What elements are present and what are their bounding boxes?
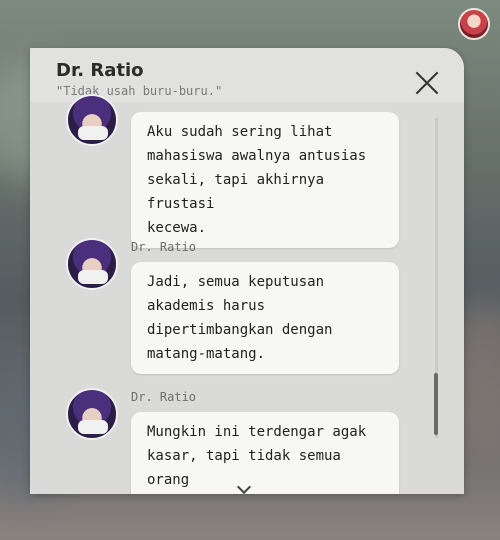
avatar: [66, 388, 118, 440]
message-text: Aku sudah sering lihat mahasiswa awalnya…: [147, 124, 367, 236]
player-avatar[interactable]: [458, 8, 490, 40]
message-bubble: Mungkin ini terdengar agak kasar, tapi t…: [131, 412, 399, 494]
close-icon[interactable]: [414, 70, 440, 96]
message-text: Mungkin ini terdengar agak kasar, tapi t…: [147, 424, 367, 488]
chat-panel: Dr. Ratio "Tidak usah buru-buru." Aku su…: [30, 48, 464, 494]
message-text: Jadi, semua keputusan akademis harus dip…: [147, 274, 333, 362]
avatar: [66, 238, 118, 290]
scrollbar-thumb[interactable]: [434, 373, 438, 435]
sender-name: Dr. Ratio: [131, 240, 197, 254]
sender-name: Dr. Ratio: [131, 390, 197, 404]
message-bubble: Jadi, semua keputusan akademis harus dip…: [131, 262, 399, 374]
message-bubble: Aku sudah sering lihat mahasiswa awalnya…: [131, 112, 399, 248]
avatar: [66, 94, 118, 146]
contact-name: Dr. Ratio: [56, 60, 144, 81]
